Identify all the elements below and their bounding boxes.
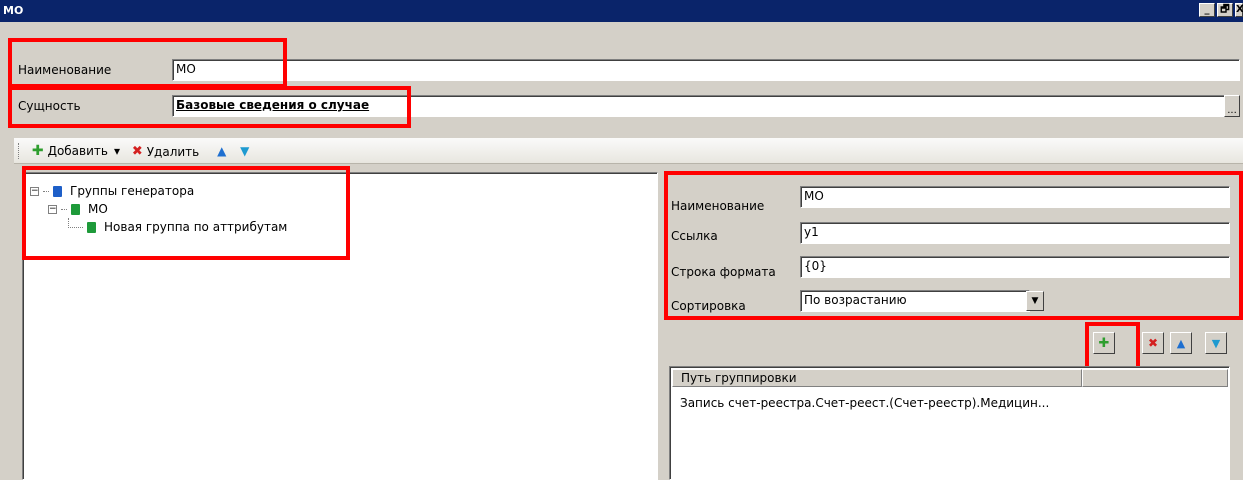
restore-button[interactable]: 🗗: [1217, 3, 1233, 17]
toolbar: ✚ Добавить ▾ ✖ Удалить ▲ ▼: [14, 138, 1243, 164]
delete-button[interactable]: ✖ Удалить: [132, 139, 199, 165]
name-highlight-box: [8, 38, 287, 88]
chevron-down-icon[interactable]: ▾: [114, 144, 120, 158]
path-column-header[interactable]: Путь группировки: [672, 369, 1082, 387]
delete-icon: ✖: [131, 144, 143, 159]
close-button[interactable]: X: [1235, 3, 1243, 17]
delete-icon: ✖: [1147, 336, 1159, 350]
move-path-up-button[interactable]: ▲: [1170, 332, 1192, 354]
entity-highlight-box: [8, 86, 411, 128]
triangle-down-icon: ▼: [1211, 336, 1221, 350]
details-highlight-box: [664, 171, 1243, 320]
move-down-button[interactable]: ▼: [240, 138, 249, 164]
triangle-down-icon: ▼: [240, 144, 250, 158]
add-icon: ✚: [31, 143, 44, 159]
minimize-button[interactable]: _: [1199, 3, 1215, 17]
entity-browse-button[interactable]: ...: [1224, 95, 1240, 117]
table-row[interactable]: Запись счет-реестра.Счет-реест.(Счет-рее…: [680, 396, 1049, 410]
window-title: МО: [3, 4, 24, 17]
triangle-up-icon: ▲: [217, 144, 227, 158]
triangle-up-icon: ▲: [1176, 336, 1186, 350]
delete-label: Удалить: [146, 144, 200, 159]
delete-path-button[interactable]: ✖: [1142, 332, 1164, 354]
toolbar-grip[interactable]: [18, 143, 22, 159]
add-label: Добавить: [47, 144, 108, 158]
empty-column-header[interactable]: [1082, 369, 1228, 387]
tree-highlight-box: [22, 166, 350, 260]
move-up-button[interactable]: ▲: [217, 138, 226, 164]
add-button-highlight-box: [1085, 322, 1140, 372]
title-bar: МО: [0, 0, 1243, 22]
name-input[interactable]: МО: [172, 59, 1240, 81]
add-button[interactable]: ✚ Добавить ▾: [32, 138, 120, 164]
window-controls: _ 🗗 X: [1199, 3, 1243, 19]
move-path-down-button[interactable]: ▼: [1205, 332, 1227, 354]
